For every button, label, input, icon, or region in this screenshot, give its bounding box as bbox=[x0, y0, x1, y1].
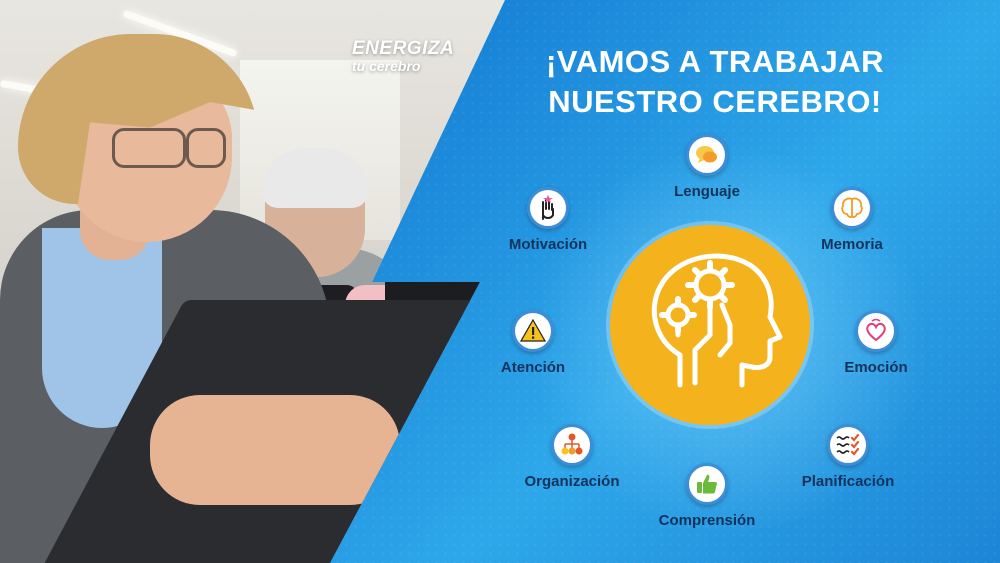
skill-label: Atención bbox=[500, 359, 566, 376]
brand-line1: ENERGIZA bbox=[352, 38, 455, 59]
skill-motivacion: Motivación bbox=[473, 187, 623, 253]
skill-memoria: Memoria bbox=[777, 187, 927, 253]
skill-organizacion: Organización bbox=[497, 424, 647, 490]
skill-label: Comprensión bbox=[658, 512, 756, 529]
title-line1: ¡VAMOS A TRABAJAR bbox=[545, 44, 884, 79]
hands bbox=[150, 395, 400, 505]
head-gears-icon bbox=[651, 253, 783, 388]
glasses-lens bbox=[112, 128, 186, 168]
skill-lenguaje: Lenguaje bbox=[632, 134, 782, 200]
thumbs-up-icon bbox=[686, 463, 728, 505]
skill-label: Memoria bbox=[821, 236, 883, 253]
page-title: ¡VAMOS A TRABAJAR NUESTRO CEREBRO! bbox=[500, 42, 930, 122]
skill-planificacion: Planificación bbox=[773, 424, 923, 490]
checklist-icon bbox=[827, 424, 869, 466]
skill-atencion: Atención bbox=[458, 310, 608, 376]
brand-logo: ENERGIZA tu cerebro bbox=[352, 38, 454, 74]
brain-gears-emblem bbox=[610, 225, 810, 425]
title-line2: NUESTRO CEREBRO! bbox=[548, 84, 882, 119]
skill-emocion: Emoción bbox=[801, 310, 951, 376]
heart-icon bbox=[855, 310, 897, 352]
skill-label: Planificación bbox=[801, 473, 895, 490]
warning-icon bbox=[512, 310, 554, 352]
speech-bubbles-icon bbox=[686, 134, 728, 176]
skill-label: Lenguaje bbox=[674, 183, 740, 200]
skill-label: Emoción bbox=[844, 359, 908, 376]
slide: ENERGIZA tu cerebro ¡VAMOS A TRABAJAR NU… bbox=[0, 0, 1000, 563]
skill-label: Motivación bbox=[508, 236, 588, 253]
brain-icon bbox=[831, 187, 873, 229]
glasses-lens bbox=[186, 128, 226, 168]
brand-line2: tu cerebro bbox=[352, 58, 421, 74]
org-chart-icon bbox=[551, 424, 593, 466]
skill-label: Organización bbox=[524, 473, 620, 490]
skill-comprension: Comprensión bbox=[632, 463, 782, 529]
raised-hand-icon bbox=[527, 187, 569, 229]
